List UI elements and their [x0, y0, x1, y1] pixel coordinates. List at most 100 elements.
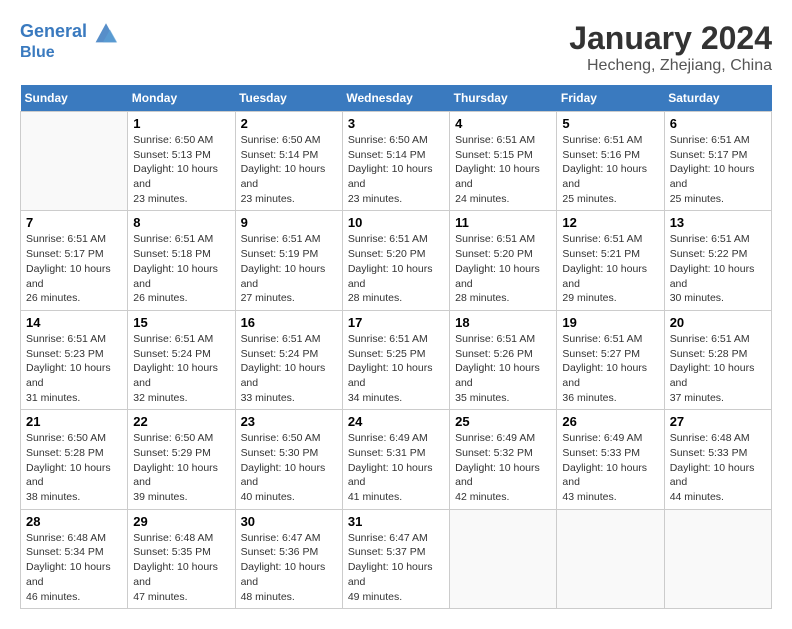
day-info: Sunrise: 6:51 AMSunset: 5:24 PMDaylight:…: [133, 332, 229, 405]
day-info: Sunrise: 6:51 AMSunset: 5:16 PMDaylight:…: [562, 133, 658, 206]
day-number: 19: [562, 315, 658, 330]
day-info: Sunrise: 6:49 AMSunset: 5:32 PMDaylight:…: [455, 431, 551, 504]
calendar-cell: 23 Sunrise: 6:50 AMSunset: 5:30 PMDayligh…: [235, 410, 342, 509]
weekday-header-thursday: Thursday: [450, 85, 557, 112]
calendar-cell: 19 Sunrise: 6:51 AMSunset: 5:27 PMDayligh…: [557, 310, 664, 409]
calendar-cell: 17 Sunrise: 6:51 AMSunset: 5:25 PMDayligh…: [342, 310, 449, 409]
day-info: Sunrise: 6:47 AMSunset: 5:37 PMDaylight:…: [348, 531, 444, 604]
calendar-cell: 8 Sunrise: 6:51 AMSunset: 5:18 PMDaylight…: [128, 211, 235, 310]
day-info: Sunrise: 6:51 AMSunset: 5:21 PMDaylight:…: [562, 232, 658, 305]
calendar-cell: 26 Sunrise: 6:49 AMSunset: 5:33 PMDayligh…: [557, 410, 664, 509]
day-info: Sunrise: 6:51 AMSunset: 5:24 PMDaylight:…: [241, 332, 337, 405]
calendar-table: SundayMondayTuesdayWednesdayThursdayFrid…: [20, 85, 772, 609]
day-info: Sunrise: 6:51 AMSunset: 5:25 PMDaylight:…: [348, 332, 444, 405]
calendar-cell: 11 Sunrise: 6:51 AMSunset: 5:20 PMDayligh…: [450, 211, 557, 310]
day-info: Sunrise: 6:50 AMSunset: 5:14 PMDaylight:…: [241, 133, 337, 206]
week-row-4: 21 Sunrise: 6:50 AMSunset: 5:28 PMDayligh…: [21, 410, 772, 509]
day-number: 7: [26, 215, 122, 230]
day-number: 26: [562, 414, 658, 429]
day-info: Sunrise: 6:51 AMSunset: 5:20 PMDaylight:…: [348, 232, 444, 305]
day-info: Sunrise: 6:51 AMSunset: 5:17 PMDaylight:…: [670, 133, 766, 206]
day-number: 25: [455, 414, 551, 429]
day-number: 12: [562, 215, 658, 230]
day-number: 21: [26, 414, 122, 429]
day-number: 30: [241, 514, 337, 529]
calendar-cell: 1 Sunrise: 6:50 AMSunset: 5:13 PMDaylight…: [128, 112, 235, 211]
day-info: Sunrise: 6:48 AMSunset: 5:33 PMDaylight:…: [670, 431, 766, 504]
day-number: 15: [133, 315, 229, 330]
day-number: 9: [241, 215, 337, 230]
day-info: Sunrise: 6:48 AMSunset: 5:35 PMDaylight:…: [133, 531, 229, 604]
calendar-cell: 29Sunrise: 6:48 AMSunset: 5:35 PMDayligh…: [128, 509, 235, 608]
week-row-1: 1 Sunrise: 6:50 AMSunset: 5:13 PMDaylight…: [21, 112, 772, 211]
calendar-cell: 3 Sunrise: 6:50 AMSunset: 5:14 PMDaylight…: [342, 112, 449, 211]
day-info: Sunrise: 6:49 AMSunset: 5:33 PMDaylight:…: [562, 431, 658, 504]
logo-subtext: Blue: [20, 44, 118, 62]
week-row-3: 14 Sunrise: 6:51 AMSunset: 5:23 PMDayligh…: [21, 310, 772, 409]
calendar-cell: 31 Sunrise: 6:47 AMSunset: 5:37 PMDayligh…: [342, 509, 449, 608]
day-number: 27: [670, 414, 766, 429]
title-block: January 2024 Hecheng, Zhejiang, China: [569, 20, 772, 75]
day-number: 1: [133, 116, 229, 131]
day-number: 8: [133, 215, 229, 230]
calendar-cell: 20Sunrise: 6:51 AMSunset: 5:28 PMDayligh…: [664, 310, 771, 409]
day-number: 13: [670, 215, 766, 230]
day-info: Sunrise: 6:50 AMSunset: 5:30 PMDaylight:…: [241, 431, 337, 504]
day-info: Sunrise: 6:51 AMSunset: 5:28 PMDaylight:…: [670, 332, 766, 405]
weekday-header-saturday: Saturday: [664, 85, 771, 112]
calendar-cell: 12 Sunrise: 6:51 AMSunset: 5:21 PMDayligh…: [557, 211, 664, 310]
day-info: Sunrise: 6:51 AMSunset: 5:26 PMDaylight:…: [455, 332, 551, 405]
calendar-cell: [21, 112, 128, 211]
day-info: Sunrise: 6:47 AMSunset: 5:36 PMDaylight:…: [241, 531, 337, 604]
day-info: Sunrise: 6:48 AMSunset: 5:34 PMDaylight:…: [26, 531, 122, 604]
day-number: 4: [455, 116, 551, 131]
day-number: 2: [241, 116, 337, 131]
calendar-cell: 18 Sunrise: 6:51 AMSunset: 5:26 PMDayligh…: [450, 310, 557, 409]
calendar-cell: 7Sunrise: 6:51 AMSunset: 5:17 PMDaylight…: [21, 211, 128, 310]
day-number: 18: [455, 315, 551, 330]
calendar-cell: 6 Sunrise: 6:51 AMSunset: 5:17 PMDaylight…: [664, 112, 771, 211]
day-number: 11: [455, 215, 551, 230]
weekday-header-monday: Monday: [128, 85, 235, 112]
calendar-cell: 25 Sunrise: 6:49 AMSunset: 5:32 PMDayligh…: [450, 410, 557, 509]
calendar-cell: [450, 509, 557, 608]
location-subtitle: Hecheng, Zhejiang, China: [569, 57, 772, 75]
calendar-cell: 5Sunrise: 6:51 AMSunset: 5:16 PMDaylight…: [557, 112, 664, 211]
day-number: 23: [241, 414, 337, 429]
day-info: Sunrise: 6:51 AMSunset: 5:15 PMDaylight:…: [455, 133, 551, 206]
calendar-cell: 15 Sunrise: 6:51 AMSunset: 5:24 PMDayligh…: [128, 310, 235, 409]
day-info: Sunrise: 6:51 AMSunset: 5:18 PMDaylight:…: [133, 232, 229, 305]
day-number: 3: [348, 116, 444, 131]
day-number: 28: [26, 514, 122, 529]
day-number: 14: [26, 315, 122, 330]
calendar-cell: 30 Sunrise: 6:47 AMSunset: 5:36 PMDayligh…: [235, 509, 342, 608]
day-number: 17: [348, 315, 444, 330]
calendar-cell: 24Sunrise: 6:49 AMSunset: 5:31 PMDayligh…: [342, 410, 449, 509]
day-info: Sunrise: 6:51 AMSunset: 5:22 PMDaylight:…: [670, 232, 766, 305]
weekday-header-row: SundayMondayTuesdayWednesdayThursdayFrid…: [21, 85, 772, 112]
calendar-cell: 14 Sunrise: 6:51 AMSunset: 5:23 PMDayligh…: [21, 310, 128, 409]
day-info: Sunrise: 6:50 AMSunset: 5:13 PMDaylight:…: [133, 133, 229, 206]
day-number: 24: [348, 414, 444, 429]
calendar-cell: 4 Sunrise: 6:51 AMSunset: 5:15 PMDaylight…: [450, 112, 557, 211]
calendar-cell: 28 Sunrise: 6:48 AMSunset: 5:34 PMDayligh…: [21, 509, 128, 608]
day-info: Sunrise: 6:50 AMSunset: 5:28 PMDaylight:…: [26, 431, 122, 504]
logo-text: General: [20, 20, 118, 44]
day-info: Sunrise: 6:50 AMSunset: 5:14 PMDaylight:…: [348, 133, 444, 206]
calendar-cell: 10Sunrise: 6:51 AMSunset: 5:20 PMDayligh…: [342, 211, 449, 310]
calendar-cell: 2 Sunrise: 6:50 AMSunset: 5:14 PMDaylight…: [235, 112, 342, 211]
day-info: Sunrise: 6:51 AMSunset: 5:23 PMDaylight:…: [26, 332, 122, 405]
logo: General Blue: [20, 20, 118, 62]
calendar-cell: 22Sunrise: 6:50 AMSunset: 5:29 PMDayligh…: [128, 410, 235, 509]
weekday-header-sunday: Sunday: [21, 85, 128, 112]
month-year-title: January 2024: [569, 20, 772, 57]
day-number: 16: [241, 315, 337, 330]
day-number: 31: [348, 514, 444, 529]
day-info: Sunrise: 6:51 AMSunset: 5:27 PMDaylight:…: [562, 332, 658, 405]
day-number: 22: [133, 414, 229, 429]
calendar-cell: [664, 509, 771, 608]
day-number: 6: [670, 116, 766, 131]
calendar-cell: 16 Sunrise: 6:51 AMSunset: 5:24 PMDayligh…: [235, 310, 342, 409]
calendar-cell: [557, 509, 664, 608]
day-info: Sunrise: 6:51 AMSunset: 5:20 PMDaylight:…: [455, 232, 551, 305]
